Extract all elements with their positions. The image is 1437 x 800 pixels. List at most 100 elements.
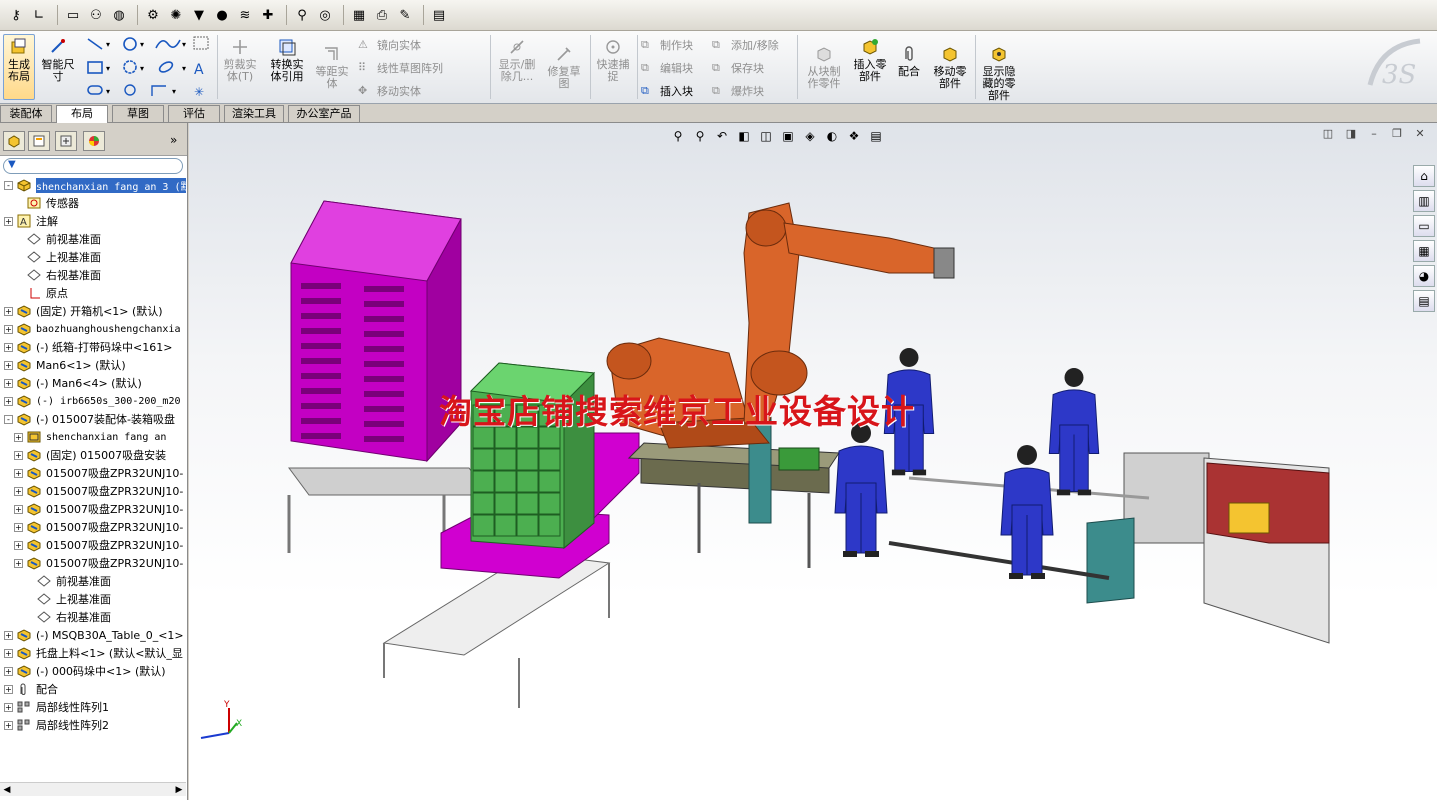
tab-render-tools[interactable]: 渲染工具 <box>224 105 284 123</box>
tree-item[interactable]: + A 注解 <box>0 212 186 230</box>
display-delete-relations-button[interactable]: 显示/删 除几... <box>494 37 540 83</box>
network-icon[interactable]: ⚇ <box>86 5 106 25</box>
tree-item[interactable]: + (-) irb6650s_300-200_m20 <box>0 392 186 410</box>
smart-dimension-button[interactable]: 智能尺 寸 <box>38 37 78 83</box>
edit-block-button[interactable]: ⧉ 编辑块 <box>641 60 693 76</box>
offset-entities-button[interactable]: 等距实 体 <box>312 44 352 90</box>
horizontal-scrollbar[interactable]: ◀ ▶ <box>0 782 186 796</box>
monitor-icon[interactable]: ▭ <box>63 5 83 25</box>
scroll-left-icon[interactable]: ◀ <box>0 783 14 797</box>
tree-filter-input[interactable]: ▼ <box>3 158 183 174</box>
tab-layout[interactable]: 布局 <box>56 105 108 124</box>
property-manager-tab-icon[interactable] <box>28 131 50 151</box>
mate-button[interactable]: 配合 <box>892 44 926 78</box>
expand-icon[interactable]: + <box>4 702 13 712</box>
quick-snaps-button[interactable]: 快速捕 捉 <box>592 37 634 83</box>
repair-sketch-button[interactable]: 修复草 图 <box>544 44 584 90</box>
tree-item[interactable]: + (-) 纸箱-打带码垛中<161> <box>0 338 186 356</box>
tree-item[interactable]: + baozhuanghoushengchanxia <box>0 320 186 338</box>
tree-item[interactable]: 前视基准面 <box>0 572 186 590</box>
tree-item[interactable]: - (-) 015007装配体-装箱吸盘 <box>0 410 186 428</box>
expand-icon[interactable]: + <box>4 684 13 694</box>
collapse-icon[interactable]: - <box>4 414 13 424</box>
make-part-from-block-button[interactable]: 从块制 作零件 <box>802 44 846 90</box>
expand-icon[interactable]: + <box>4 648 13 658</box>
spring-icon[interactable]: ≋ <box>235 5 255 25</box>
convert-entities-button[interactable]: 转换实 体引用 <box>266 37 308 83</box>
tab-office-products[interactable]: 办公室产品 <box>288 105 360 123</box>
tree-item[interactable]: 前视基准面 <box>0 230 186 248</box>
expand-icon[interactable]: + <box>14 504 23 514</box>
tree-item[interactable]: 原点 <box>0 284 186 302</box>
expand-icon[interactable]: + <box>14 558 23 568</box>
explode-block-button[interactable]: ⧉ 爆炸块 <box>712 83 764 99</box>
tab-assembly[interactable]: 装配体 <box>0 105 52 123</box>
tree-item[interactable]: 右视基准面 <box>0 266 186 284</box>
tree-item[interactable]: +015007吸盘ZPR32UNJ10- <box>0 500 186 518</box>
tree-item[interactable]: + (-) Man6<4> (默认) <box>0 374 186 392</box>
tree-item[interactable]: - shenchanxian fang an 3 (默 <box>0 176 186 194</box>
graphics-area[interactable]: ⚲ ⚲ ↶ ◧ ◫ ▣ ◈ ◐ ❖ ▤ ◫ ◨ – ❐ ✕ ⌂ ▥ ▭ ▦ ◕ … <box>189 123 1437 800</box>
tree-item[interactable]: +015007吸盘ZPR32UNJ10- <box>0 482 186 500</box>
tree-item[interactable]: + 配合 <box>0 680 186 698</box>
feature-manager-tab-icon[interactable] <box>3 131 25 151</box>
tree-item[interactable]: +015007吸盘ZPR32UNJ10- <box>0 554 186 572</box>
binoculars-icon[interactable]: ◎ <box>315 5 335 25</box>
sketch-tools-group[interactable]: ▾ ▾ ▾ ▾ ▾ ▾ A ▾ ▾ ✳ <box>86 34 214 100</box>
expand-icon[interactable]: + <box>4 342 13 352</box>
excel-icon[interactable]: ▦ <box>349 5 369 25</box>
expand-icon[interactable]: + <box>14 522 23 532</box>
tab-evaluate[interactable]: 评估 <box>168 105 220 123</box>
tree-item[interactable]: 传感器 <box>0 194 186 212</box>
expand-icon[interactable]: + <box>4 666 13 676</box>
expand-icon[interactable]: + <box>14 432 23 442</box>
trim-entities-button[interactable]: 剪裁实 体(T) <box>220 37 260 83</box>
sketch-l-icon[interactable]: ∟ <box>29 5 49 25</box>
tree-item[interactable]: + (-) 000码垛中<1> (默认) <box>0 662 186 680</box>
save-block-button[interactable]: ⧉ 保存块 <box>712 60 764 76</box>
tree-item[interactable]: + 局部线性阵列2 <box>0 716 186 734</box>
mirror-entities-button[interactable]: ⚠ 镜向实体 <box>358 37 421 53</box>
tab-sketch[interactable]: 草图 <box>112 105 164 123</box>
tree-item[interactable]: +015007吸盘ZPR32UNJ10- <box>0 536 186 554</box>
show-hidden-components-button[interactable]: 显示隐 藏的零 部件 <box>978 44 1020 102</box>
expand-icon[interactable]: + <box>4 720 13 730</box>
linear-sketch-pattern-button[interactable]: ⠿ 线性草图阵列 <box>358 60 443 76</box>
expand-icon[interactable]: + <box>4 216 13 226</box>
funnel-icon[interactable]: ▼ <box>189 5 209 25</box>
tree-item[interactable]: +015007吸盘ZPR32UNJ10- <box>0 518 186 536</box>
insert-components-button[interactable]: 插入零 部件 <box>849 37 891 83</box>
add-remove-button[interactable]: ⧉ 添加/移除 <box>712 37 779 53</box>
expand-icon[interactable]: + <box>4 630 13 640</box>
table-icon[interactable]: ▤ <box>429 5 449 25</box>
expand-icon[interactable]: + <box>14 540 23 550</box>
configuration-manager-tab-icon[interactable] <box>55 131 77 151</box>
scroll-right-icon[interactable]: ▶ <box>172 783 186 797</box>
tree-item[interactable]: + (固定) 015007吸盘安装 <box>0 446 186 464</box>
expand-icon[interactable]: + <box>4 324 13 334</box>
tree-item[interactable]: + (-) MSQB30A_Table_0_<1> <box>0 626 186 644</box>
expand-icon[interactable]: + <box>4 360 13 370</box>
expand-icon[interactable]: + <box>14 468 23 478</box>
tree-item[interactable]: 上视基准面 <box>0 248 186 266</box>
tree-item[interactable]: +015007吸盘ZPR32UNJ10- <box>0 464 186 482</box>
tree-item[interactable]: + (固定) 开箱机<1> (默认) <box>0 302 186 320</box>
expand-icon[interactable]: + <box>14 486 23 496</box>
edit-doc-icon[interactable]: ✎ <box>395 5 415 25</box>
generate-layout-button[interactable]: 生成 布局 <box>3 34 35 100</box>
expand-icon[interactable]: + <box>4 378 13 388</box>
cog-icon[interactable]: ✺ <box>166 5 186 25</box>
make-block-button[interactable]: ⧉ 制作块 <box>641 37 693 53</box>
tree-item[interactable]: 右视基准面 <box>0 608 186 626</box>
print-icon[interactable]: ⎙ <box>372 5 392 25</box>
tree-item[interactable]: + Man6<1> (默认) <box>0 356 186 374</box>
key-icon[interactable]: ⚷ <box>6 5 26 25</box>
search-icon[interactable]: ⚲ <box>292 5 312 25</box>
display-manager-tab-icon[interactable] <box>83 131 105 151</box>
tree-item[interactable]: 上视基准面 <box>0 590 186 608</box>
insert-block-button[interactable]: ⧉ 插入块 <box>641 83 693 99</box>
tree-item[interactable]: + shenchanxian fang an <box>0 428 186 446</box>
expand-icon[interactable]: + <box>4 396 13 406</box>
collapse-icon[interactable]: - <box>4 180 13 190</box>
globe-icon[interactable]: ◍ <box>109 5 129 25</box>
